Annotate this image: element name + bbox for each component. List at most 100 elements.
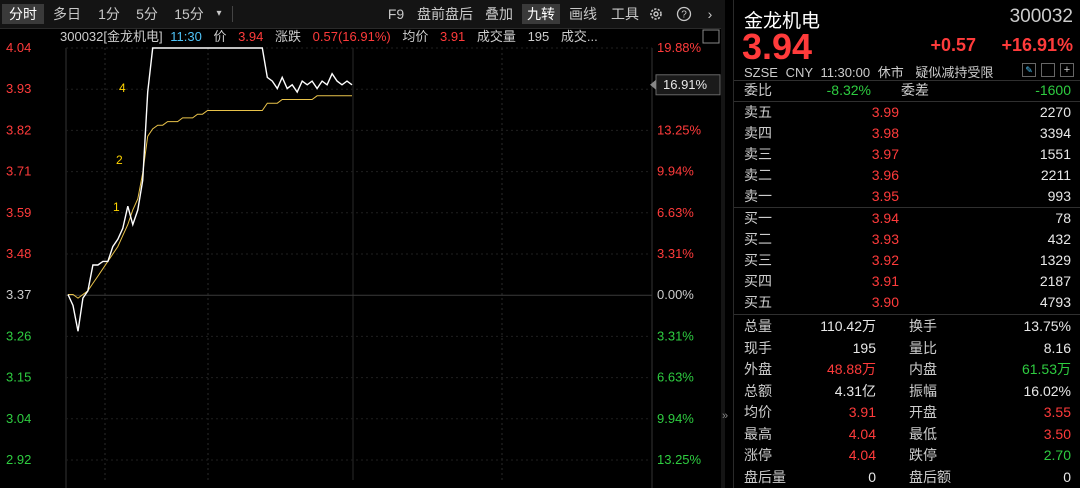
stat-label: 总量: [744, 318, 772, 334]
stat-label: 盘后额: [909, 468, 951, 485]
svg-text:?: ?: [681, 10, 687, 21]
ask-price: 3.96: [871, 167, 899, 183]
quote-panel: 金龙机电 300032 3.94 +16.91% +0.57 SZSE CNY …: [733, 0, 1080, 488]
nine-turn-button[interactable]: 九转: [522, 4, 560, 24]
bid-price: 3.92: [871, 252, 899, 268]
stat-row: 最高 4.04 最低 3.50: [744, 424, 1071, 445]
ask-row[interactable]: 卖五 3.99 2270: [744, 102, 1071, 123]
ask-volume: 2211: [1040, 167, 1071, 183]
stat-label: 最高: [744, 425, 772, 442]
bid-level-label: 买四: [744, 273, 772, 289]
stat-label: 现手: [744, 339, 772, 356]
add-icon[interactable]: +: [1060, 63, 1074, 77]
tools-button[interactable]: 工具: [606, 4, 644, 24]
ask-level-label: 卖三: [744, 146, 772, 162]
bid-level-label: 买三: [744, 252, 772, 268]
stat-label: 开盘: [909, 404, 937, 420]
pct-tick-label: 9.94%: [657, 411, 694, 426]
tab-5min[interactable]: 5分: [130, 4, 164, 24]
tab-15min[interactable]: 15分: [168, 4, 210, 24]
current-pct-tag-arrow: [650, 79, 656, 90]
ask-row[interactable]: 卖一 3.95 993: [744, 186, 1071, 207]
bid-volume: 78: [1055, 210, 1071, 226]
f9-button[interactable]: F9: [382, 4, 410, 24]
draw-line-button[interactable]: 画线: [564, 4, 602, 24]
stat-label: 跌停: [909, 447, 937, 463]
expand-icon[interactable]: [1041, 63, 1055, 77]
bid-row[interactable]: 买一 3.94 78: [744, 208, 1071, 229]
ask-level-label: 卖二: [744, 167, 772, 183]
stat-value: 16.02%: [1023, 382, 1071, 399]
stat-value: 4.31亿: [834, 382, 876, 399]
order-ratio-row: 委比 -8.32% 委差 -1600: [744, 80, 1071, 101]
stat-row: 盘后量 0 盘后额 0: [744, 467, 1071, 488]
quote-meta: SZSE CNY 11:30:00 休市 疑似减持受限: [744, 62, 993, 81]
pct-tick-label: 6.63%: [657, 205, 694, 220]
bid-volume: 4793: [1039, 294, 1071, 310]
wc-label: 委差: [901, 82, 929, 98]
stat-label: 外盘: [744, 361, 772, 377]
ask-row[interactable]: 卖三 3.97 1551: [744, 144, 1071, 165]
stat-value: 48.88万: [826, 361, 876, 377]
pre-post-market-button[interactable]: 盘前盘后: [412, 4, 478, 24]
overlay-button[interactable]: 叠加: [480, 4, 518, 24]
y-tick-label: 3.26: [6, 328, 31, 343]
stat-value: 2.70: [1043, 447, 1071, 463]
ask-volume: 993: [1047, 188, 1071, 204]
tab-1min[interactable]: 1分: [92, 4, 126, 24]
bid-row[interactable]: 买四 3.91 2187: [744, 271, 1071, 292]
ask-level-label: 卖一: [744, 188, 772, 204]
stat-row: 总量 110.42万 换手 13.75%: [744, 316, 1071, 337]
y-tick-label: 3.71: [6, 164, 31, 179]
chart-toolbar: 分时 多日 1分 5分 15分 ▾ F9 盘前盘后 叠加 九转 画线 工具 ? …: [0, 0, 725, 29]
bid-price: 3.94: [871, 210, 899, 226]
stat-label: 总额: [744, 382, 772, 399]
tab-intraday[interactable]: 分时: [2, 4, 44, 24]
stat-value: 4.04: [848, 447, 876, 463]
pct-tick-label: 3.31%: [657, 328, 694, 343]
risk-note: 疑似减持受限: [915, 65, 994, 80]
bid-level-label: 买二: [744, 231, 772, 247]
pct-tick-label: 0.00%: [657, 287, 694, 302]
ask-row[interactable]: 卖四 3.98 3394: [744, 123, 1071, 144]
stat-row: 涨停 4.04 跌停 2.70: [744, 445, 1071, 466]
current-pct-tag: 16.91%: [663, 77, 708, 92]
stat-value: 4.04: [848, 425, 876, 442]
bid-volume: 432: [1047, 231, 1071, 247]
gear-icon[interactable]: [646, 4, 666, 24]
stat-label: 内盘: [909, 361, 937, 377]
stat-label: 换手: [909, 318, 937, 334]
bid-row[interactable]: 买三 3.92 1329: [744, 250, 1071, 271]
stat-value: 13.75%: [1023, 318, 1071, 334]
collapse-arrow-icon[interactable]: »: [722, 410, 728, 422]
chevron-right-icon[interactable]: ›: [700, 4, 720, 24]
pct-tick-label: 13.25%: [657, 452, 702, 467]
bid-price: 3.93: [871, 231, 899, 247]
stat-label: 均价: [744, 404, 772, 420]
ask-row[interactable]: 卖二 3.96 2211: [744, 165, 1071, 186]
tab-multi-day[interactable]: 多日: [46, 4, 88, 24]
price-line: [67, 47, 353, 332]
stat-value: 61.53万: [1021, 361, 1071, 377]
stat-value: 0: [1063, 468, 1071, 485]
pct-tick-label: 13.25%: [657, 122, 702, 137]
price-change-pct: +16.91%: [1001, 35, 1073, 55]
y-tick-label: 3.82: [6, 122, 31, 137]
y-tick-label: 3.37: [6, 287, 31, 302]
ask-volume: 3394: [1039, 125, 1071, 141]
pct-tick-label: 9.94%: [657, 164, 694, 179]
period-dropdown-icon[interactable]: ▾: [212, 4, 226, 24]
bid-row[interactable]: 买二 3.93 432: [744, 229, 1071, 250]
pct-tick-label: 19.88%: [657, 40, 702, 55]
y-tick-label: 3.48: [6, 246, 31, 261]
y-tick-label: 2.92: [6, 452, 31, 467]
bid-row[interactable]: 买五 3.90 4793: [744, 292, 1071, 313]
edit-icon[interactable]: ✎: [1022, 63, 1036, 77]
ask-price: 3.95: [871, 188, 899, 204]
wc-value: -1600: [1035, 82, 1071, 98]
help-icon[interactable]: ?: [674, 4, 694, 24]
y-tick-label: 3.15: [6, 370, 31, 385]
wp-icon: [702, 29, 720, 44]
intraday-chart[interactable]: 4.04 19.88% 3.93 16.91% 3.82 13.25% 3.71 9.94% 3…: [0, 28, 725, 488]
ask-volume: 1551: [1039, 146, 1071, 162]
